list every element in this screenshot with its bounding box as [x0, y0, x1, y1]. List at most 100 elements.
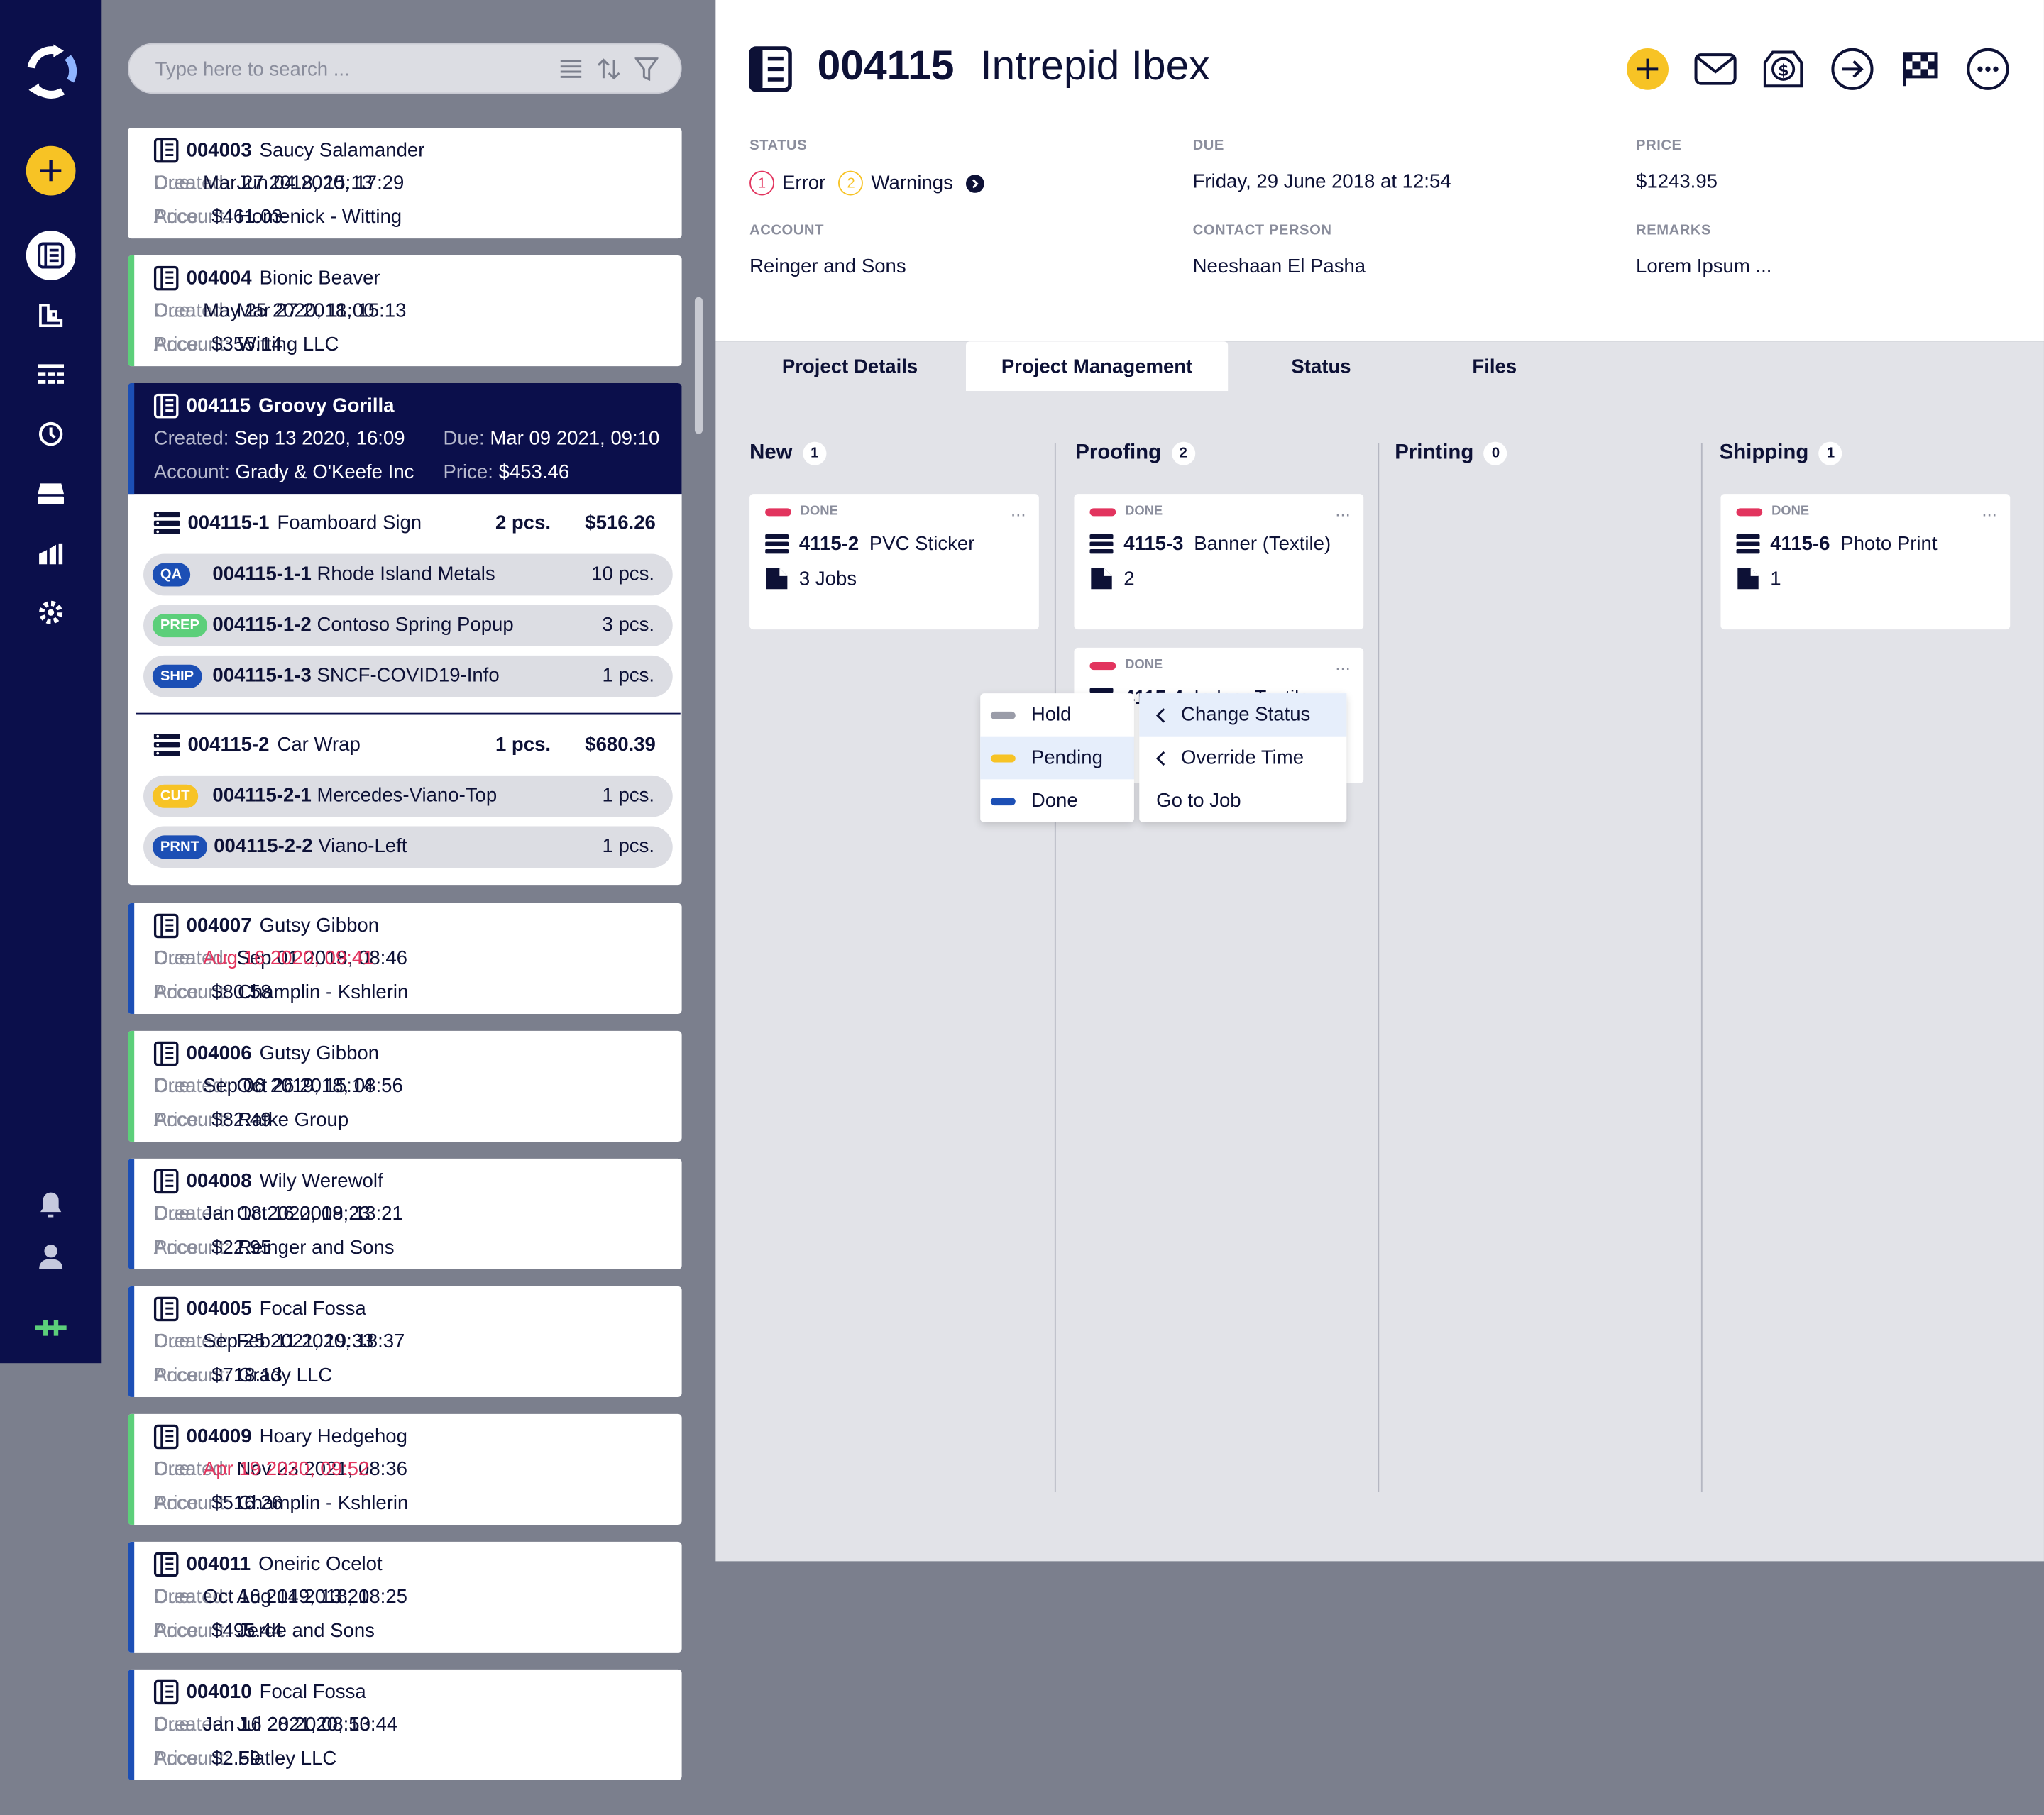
printer-nav-icon[interactable]: [25, 468, 77, 519]
settings-gear-icon[interactable]: [25, 587, 77, 639]
item-stack-icon: [1089, 534, 1114, 554]
job-number: 004115-2-2: [214, 835, 313, 858]
list-view-icon[interactable]: [559, 59, 583, 79]
invoice-icon[interactable]: $: [1761, 47, 1805, 91]
job-tag: SHIP: [152, 664, 202, 688]
kanban-card[interactable]: DONE ... 4115-2 PVC Sticker 3 Jobs: [749, 494, 1039, 630]
status-bar: [127, 127, 135, 239]
price-value: $516.26: [211, 1492, 282, 1515]
reports-nav-icon[interactable]: [25, 528, 77, 580]
search-bar[interactable]: Type here to search ...: [127, 43, 682, 94]
status-option-pending[interactable]: Pending: [980, 736, 1134, 780]
project-card[interactable]: 004004 Bionic Beaver Created: Mar 27 2018,…: [127, 255, 682, 367]
sort-icon[interactable]: [597, 57, 620, 81]
chevron-left-icon: [1155, 707, 1165, 722]
job-row[interactable]: SHIP 004115-1-3 SNCF-COVID19-Info 1 pcs.: [143, 655, 673, 697]
kanban-card[interactable]: DONE ... 4115-3 Banner (Textile) 2: [1074, 494, 1364, 630]
status-option-done[interactable]: Done: [980, 779, 1134, 822]
item-stack-icon: [1736, 534, 1760, 554]
menu-item-change-status[interactable]: Change Status: [1139, 693, 1347, 737]
due-value: Jan 16 2021, 08:50: [202, 1714, 370, 1736]
due-value: Mar 09 2021, 09:10: [490, 427, 660, 450]
project-card[interactable]: 004005 Focal Fossa Created: Feb 11 2020, 1…: [127, 1286, 682, 1397]
project-item-row[interactable]: 004115-1 Foamboard Sign 2 pcs. $516.26: [153, 512, 656, 535]
column-title: Printing: [1395, 441, 1474, 464]
project-icon: [153, 1552, 179, 1577]
card-id: 4115-2: [798, 533, 859, 556]
project-card[interactable]: 004009 Hoary Hedgehog Created: Nov 23 2021…: [127, 1413, 682, 1525]
chevron-right-icon[interactable]: [966, 174, 984, 192]
card-menu-button[interactable]: ...: [1335, 653, 1350, 673]
status-option-hold[interactable]: Hold: [980, 693, 1134, 737]
job-row[interactable]: CUT 004115-2-1 Mercedes-Viano-Top 1 pcs.: [143, 775, 673, 817]
tab-project-details[interactable]: Project Details: [752, 341, 948, 391]
project-name: Focal Fossa: [259, 1681, 366, 1704]
project-card[interactable]: 004006 Gutsy Gibbon Created: Oct 26 2018, …: [127, 1030, 682, 1142]
selected-project-header[interactable]: 004115 Groovy Gorilla Created: Sep 13 20…: [127, 382, 682, 495]
finish-flag-icon[interactable]: [1898, 47, 1942, 91]
price-label: PRICE: [1636, 138, 1682, 154]
project-card[interactable]: 004010 Focal Fossa Created: Jul 28 2020, 1…: [127, 1669, 682, 1780]
price-value: $80.58: [211, 981, 272, 1004]
project-card[interactable]: 004008 Wily Werewolf Created: Oct 16 2019,…: [127, 1158, 682, 1269]
forward-arrow-icon[interactable]: [1830, 47, 1874, 91]
history-nav-icon[interactable]: [25, 408, 77, 460]
production-nav-icon[interactable]: [25, 289, 77, 341]
price-label: Price:: [153, 1620, 204, 1643]
filter-icon[interactable]: [634, 57, 659, 81]
card-jobs: 1: [1770, 567, 1781, 590]
project-number: 004007: [186, 915, 252, 937]
job-row[interactable]: QA 004115-1-1 Rhode Island Metals 10 pcs…: [143, 553, 673, 596]
kanban-card[interactable]: DONE ... 4115-6 Photo Print 1: [1720, 494, 2011, 630]
status-value[interactable]: 1 Error 2 Warnings: [749, 170, 984, 196]
column-count: 1: [1819, 441, 1843, 465]
column-title: Shipping: [1719, 441, 1809, 464]
menu-item-override-time[interactable]: Override Time: [1139, 737, 1346, 780]
card-context-menu: Change Status Override Time Go to Job: [1139, 693, 1347, 822]
user-profile-icon[interactable]: [25, 1230, 77, 1282]
card-menu-button[interactable]: ...: [1335, 499, 1350, 519]
tab-files[interactable]: Files: [1439, 341, 1550, 391]
account-value: Grady & O'Keefe Inc: [235, 461, 414, 484]
column-header-printing: Printing 0: [1395, 441, 1508, 465]
selected-project-card[interactable]: 004115 Groovy Gorilla Created: Sep 13 20…: [127, 382, 682, 886]
project-card[interactable]: 004003 Saucy Salamander Created: Jun 04 20…: [127, 127, 682, 239]
projects-nav-icon[interactable]: [25, 229, 77, 281]
search-input[interactable]: Type here to search ...: [155, 59, 350, 81]
job-number: 004115-2-1: [212, 784, 312, 807]
menu-item-go-to-job[interactable]: Go to Job: [1139, 779, 1346, 822]
notifications-bell-icon[interactable]: [25, 1178, 77, 1230]
card-name: Photo Print: [1840, 533, 1938, 556]
project-item-row[interactable]: 004115-2 Car Wrap 1 pcs. $680.39: [153, 734, 656, 756]
job-row[interactable]: PRNT 004115-2-2 Viano-Left 1 pcs.: [143, 826, 673, 868]
status-color-pill: [990, 710, 1016, 719]
add-icon[interactable]: [1625, 47, 1669, 91]
due-label: Due:: [153, 1586, 195, 1609]
price-label: Price:: [153, 1364, 204, 1387]
tab-status[interactable]: Status: [1254, 341, 1388, 391]
status-submenu: Hold Pending Done: [980, 693, 1134, 822]
job-number: 004115-1-3: [212, 664, 312, 687]
job-row[interactable]: PREP 004115-1-2 Contoso Spring Popup 3 p…: [143, 605, 673, 647]
card-menu-button[interactable]: ...: [1011, 499, 1026, 519]
due-value: Sep 06 2019, 15:14: [202, 1075, 374, 1098]
mail-icon[interactable]: [1693, 47, 1737, 91]
more-options-icon[interactable]: [1966, 47, 2010, 91]
project-number: 004006: [186, 1042, 252, 1065]
card-menu-button[interactable]: ...: [1982, 499, 1996, 519]
app-sidebar: [0, 0, 102, 1364]
due-value: Sep 25 2021, 19:33: [202, 1330, 374, 1353]
add-button[interactable]: [25, 145, 77, 197]
plugin-icon[interactable]: [25, 1302, 77, 1354]
price-value: $2.59: [211, 1748, 261, 1770]
project-card[interactable]: 004011 Oneiric Ocelot Created: Aug 14 2018…: [127, 1541, 682, 1653]
tab-project-management[interactable]: Project Management: [965, 341, 1229, 392]
project-icon: [153, 1296, 179, 1322]
list-scrollbar[interactable]: [694, 297, 703, 434]
due-label: Due:: [153, 947, 195, 970]
account-value: Reinger and Sons: [749, 255, 906, 278]
project-card[interactable]: 004007 Gutsy Gibbon Created: Sep 01 2018, …: [127, 903, 682, 1014]
due-value: Apr 19 2020, 09:52: [202, 1458, 370, 1481]
job-tag: PREP: [152, 614, 207, 638]
board-nav-icon[interactable]: [25, 349, 77, 401]
